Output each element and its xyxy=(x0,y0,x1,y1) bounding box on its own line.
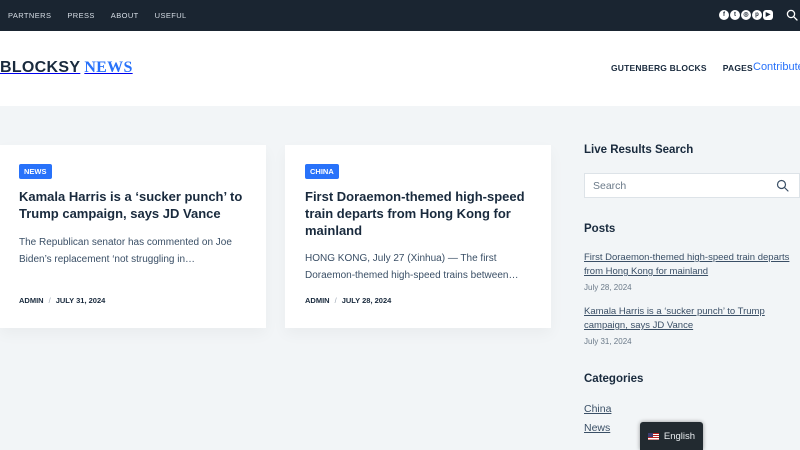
post-date: JULY 28, 2024 xyxy=(341,296,392,305)
contribute-link[interactable]: Contribute xyxy=(753,61,800,73)
facebook-icon[interactable]: f xyxy=(719,10,729,20)
post-meta: ADMIN / JULY 28, 2024 xyxy=(305,296,391,305)
main-nav: GUTENBERG BLOCKS PAGES xyxy=(611,63,753,73)
meta-separator: / xyxy=(334,296,337,305)
search-widget-heading: Live Results Search xyxy=(584,144,694,156)
search-widget xyxy=(584,173,800,198)
post-card: NEWS Kamala Harris is a ‘sucker punch’ t… xyxy=(0,145,266,328)
meta-separator: / xyxy=(48,296,51,305)
post-excerpt: The Republican senator has commented on … xyxy=(19,237,232,265)
nav-pages[interactable]: PAGES xyxy=(723,63,753,73)
recent-post-date: July 31, 2024 xyxy=(584,337,632,346)
category-link-news[interactable]: News xyxy=(584,422,610,434)
top-nav-partners[interactable]: PARTNERS xyxy=(8,11,51,20)
language-label: English xyxy=(663,430,696,442)
search-input[interactable] xyxy=(585,174,765,197)
post-excerpt: HONG KONG, July 27 (Xinhua) — The first … xyxy=(305,253,519,281)
post-title[interactable]: Kamala Harris is a ‘sucker punch’ to Tru… xyxy=(19,188,254,222)
youtube-icon[interactable]: ▶ xyxy=(763,10,773,20)
top-nav: PARTNERS PRESS ABOUT USEFUL xyxy=(8,0,187,31)
post-meta: ADMIN / JULY 31, 2024 xyxy=(19,296,105,305)
logo-part-1: BLOCKSY xyxy=(0,59,81,76)
recent-post-date: July 28, 2024 xyxy=(584,283,632,292)
top-nav-press[interactable]: PRESS xyxy=(67,11,94,20)
nav-gutenberg-blocks[interactable]: GUTENBERG BLOCKS xyxy=(611,63,707,73)
social-links: f t ◎ p ▶ xyxy=(719,10,773,20)
post-author[interactable]: ADMIN xyxy=(19,296,44,305)
pinterest-icon[interactable]: p xyxy=(752,10,762,20)
top-nav-about[interactable]: ABOUT xyxy=(111,11,139,20)
category-link-china[interactable]: China xyxy=(584,403,611,415)
posts-widget-heading: Posts xyxy=(584,223,616,235)
post-card: CHINA First Doraemon-themed high-speed t… xyxy=(285,145,551,328)
post-title[interactable]: First Doraemon-themed high-speed train d… xyxy=(305,188,530,239)
post-date: JULY 31, 2024 xyxy=(55,296,106,305)
category-badge[interactable]: NEWS xyxy=(19,164,52,179)
site-logo[interactable]: BLOCKSY NEWS xyxy=(0,59,133,77)
post-author[interactable]: ADMIN xyxy=(305,296,330,305)
logo-part-2: NEWS xyxy=(84,59,133,76)
site-header: BLOCKSY NEWS GUTENBERG BLOCKS PAGES Contr… xyxy=(0,31,800,106)
top-bar: PARTNERS PRESS ABOUT USEFUL f t ◎ p ▶ xyxy=(0,0,800,31)
twitter-icon[interactable]: t xyxy=(730,10,740,20)
search-icon[interactable] xyxy=(786,9,798,21)
us-flag-icon xyxy=(647,432,659,440)
category-badge[interactable]: CHINA xyxy=(305,164,339,179)
recent-post-link[interactable]: Kamala Harris is a ‘sucker punch’ to Tru… xyxy=(584,305,800,333)
categories-widget-heading: Categories xyxy=(584,373,644,385)
language-switcher[interactable]: English xyxy=(640,422,703,450)
search-icon[interactable] xyxy=(776,179,789,192)
top-nav-useful[interactable]: USEFUL xyxy=(155,11,187,20)
instagram-icon[interactable]: ◎ xyxy=(741,10,751,20)
recent-post-link[interactable]: First Doraemon-themed high-speed train d… xyxy=(584,251,800,279)
